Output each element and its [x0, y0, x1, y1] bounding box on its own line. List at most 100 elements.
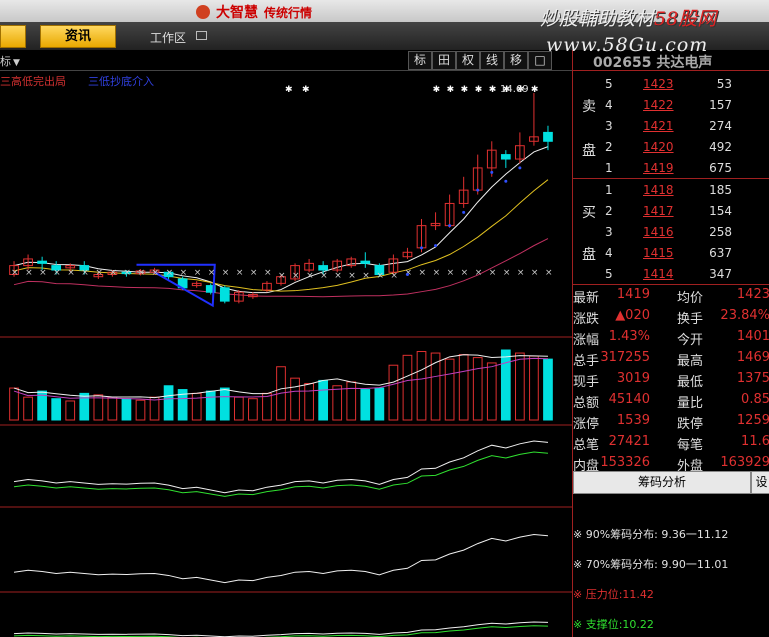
toolbar-label-text: 标	[0, 55, 11, 68]
x-marker: ×	[95, 268, 103, 278]
peak-price-label: 14.69	[500, 84, 529, 95]
indicator-line-e	[14, 625, 548, 637]
level: 3	[605, 225, 613, 239]
price[interactable]: 1415	[643, 246, 674, 260]
x-marker: ×	[376, 271, 384, 281]
volume-bar	[346, 381, 357, 421]
volume-bar	[233, 396, 244, 421]
quote-label: 总手	[573, 354, 600, 369]
toolbar-dropdown-icon[interactable]: ▼	[13, 58, 20, 68]
x-marker: ×	[81, 268, 89, 278]
quote-value: 1.43%	[608, 329, 650, 344]
volume-bar	[23, 396, 33, 421]
orderbook-buy-row[interactable]: 4 1415 637	[603, 243, 769, 264]
volume: 492	[709, 140, 732, 154]
quote-label: 涨停	[573, 417, 600, 432]
price[interactable]: 1421	[643, 119, 674, 133]
workzone-menu[interactable]: 工作区	[150, 29, 186, 46]
price[interactable]: 1420	[643, 140, 674, 154]
quote-value: 1259	[736, 413, 769, 428]
volume-bar	[486, 362, 497, 421]
kline-chart[interactable]: × × × × × × × × × × × × × × × × × × × × × × × × × × × × × × × × × × × × × × × ✱…	[0, 70, 572, 637]
tab-chip-analysis[interactable]: 筹码分析	[573, 471, 751, 494]
buy-label-bottom: 盘	[582, 247, 596, 263]
x-marker: ×	[11, 268, 19, 278]
level: 4	[605, 98, 613, 112]
quote-value: 1423	[736, 287, 769, 302]
x-marker: ×	[208, 268, 216, 278]
x-marker: ×	[447, 268, 455, 278]
quote-label: 最新	[573, 291, 600, 306]
quote-label: 跌停	[677, 417, 704, 432]
price[interactable]: 1417	[643, 204, 674, 218]
x-marker: ×	[123, 268, 131, 278]
volume-bar	[332, 385, 343, 421]
tab-news[interactable]: 资讯	[40, 25, 116, 48]
toolbar-button-window[interactable]: □	[528, 51, 552, 70]
chip-settings-button[interactable]: 设	[751, 471, 769, 494]
volume-bar	[318, 379, 329, 421]
quote-label: 量比	[677, 396, 704, 411]
x-marker: ×	[461, 268, 469, 278]
x-marker: ×	[489, 268, 497, 278]
price[interactable]: 1414	[643, 267, 674, 281]
volume: 157	[709, 98, 732, 112]
quote-label: 涨幅	[573, 333, 600, 348]
quote-value: 317255	[600, 350, 650, 365]
volume-bar	[290, 377, 300, 421]
trail-dot	[518, 166, 522, 170]
tab-left-partial[interactable]	[0, 25, 26, 48]
orderbook-buy-row[interactable]: 1 1418 185	[603, 180, 769, 201]
x-marker: ×	[278, 271, 286, 281]
x-marker: ×	[419, 268, 427, 278]
volume: 675	[709, 161, 732, 175]
chip-stat-line: ※ 支撑位:10.22	[573, 618, 654, 631]
quote-value: 1469	[736, 350, 769, 365]
x-marker: ×	[517, 268, 525, 278]
volume-bar	[51, 398, 62, 421]
orderbook-buy-row[interactable]: 5 1414 347	[603, 264, 769, 285]
quote-label: 最低	[677, 375, 704, 390]
volume-bar	[107, 396, 118, 421]
volume-bar	[9, 387, 19, 421]
price[interactable]: 1418	[643, 183, 674, 197]
indicator-lines	[13, 440, 549, 637]
x-marker: ×	[180, 268, 188, 278]
price[interactable]: 1422	[643, 98, 674, 112]
orderbook-buy-row[interactable]: 3 1416 258	[603, 222, 769, 243]
app-brand: 大智慧 传统行情	[196, 2, 313, 21]
volume-bar	[93, 394, 104, 421]
price[interactable]: 1416	[643, 225, 674, 239]
candle-body	[219, 287, 230, 302]
level: 1	[605, 183, 613, 197]
volume: 53	[716, 77, 732, 91]
x-marker: ×	[531, 268, 539, 278]
indicator-line-b	[13, 451, 549, 497]
quote-label: 现手	[573, 375, 600, 390]
orderbook-sell-row[interactable]: 4 1422 157	[603, 95, 769, 116]
toolbar-button-mark[interactable]: 标	[408, 51, 432, 70]
orderbook-sell-row[interactable]: 1 1419 675	[603, 158, 769, 179]
toolbar-button-rights[interactable]: 权	[456, 51, 480, 70]
brand-subtitle: 传统行情	[264, 6, 313, 20]
volume-bar	[515, 352, 525, 421]
orderbook-sell-row[interactable]: 2 1420 492	[603, 137, 769, 158]
volume: 154	[709, 204, 732, 218]
workzone-dropdown-icon[interactable]	[196, 31, 207, 40]
toolbar-button-move[interactable]: 移	[504, 51, 528, 70]
x-marker: ×	[362, 271, 370, 281]
price[interactable]: 1419	[643, 161, 674, 175]
orderbook-buy-row[interactable]: 2 1417 154	[603, 201, 769, 222]
x-marker: ×	[39, 268, 47, 278]
orderbook-sell-row[interactable]: 3 1421 274	[603, 116, 769, 137]
quote-value: 0.85	[741, 392, 769, 407]
toolbar-button-line[interactable]: 线	[480, 51, 504, 70]
star-marker: ✱	[433, 85, 441, 95]
price[interactable]: 1423	[643, 77, 674, 91]
x-marker: ×	[250, 268, 258, 278]
x-marker: ×	[306, 271, 314, 281]
volume-bar	[149, 396, 160, 421]
orderbook-sell-row[interactable]: 5 1423 53	[603, 74, 769, 95]
trail-dot	[448, 224, 452, 228]
toolbar-button-grid[interactable]: 田	[432, 51, 456, 70]
